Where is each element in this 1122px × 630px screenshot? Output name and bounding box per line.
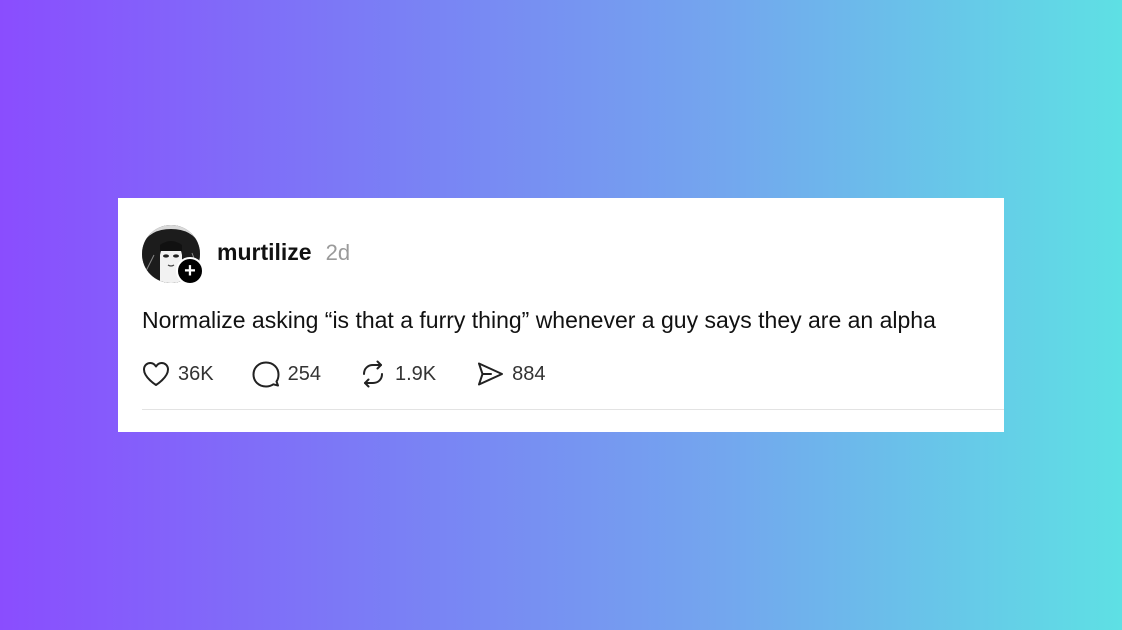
repost-arrows-icon (362, 360, 383, 388)
share-button[interactable]: 884 (476, 360, 546, 388)
repost-button[interactable]: 1.9K (359, 360, 436, 388)
divider (142, 409, 1004, 410)
paper-plane-icon (478, 362, 504, 386)
avatar-container[interactable]: + (142, 225, 204, 285)
post-text: Normalize asking “is that a furry thing”… (142, 307, 936, 333)
post-timestamp: 2d (325, 240, 351, 265)
share-count: 884 (512, 362, 546, 385)
post-header: + murtilize 2d (142, 225, 351, 285)
username[interactable]: murtilize (217, 239, 312, 266)
reply-count: 254 (287, 362, 321, 385)
heart-icon (143, 362, 169, 386)
speech-bubble-icon (252, 361, 280, 388)
post-actions: 36K 254 1.9K 884 (142, 360, 546, 388)
post-card: + murtilize 2d Normalize asking “is that… (118, 198, 1004, 432)
follow-plus-icon[interactable]: + (176, 257, 204, 285)
like-button[interactable]: 36K (142, 361, 214, 387)
like-count: 36K (178, 362, 214, 385)
repost-count: 1.9K (394, 362, 437, 385)
reply-button[interactable]: 254 (252, 360, 321, 388)
